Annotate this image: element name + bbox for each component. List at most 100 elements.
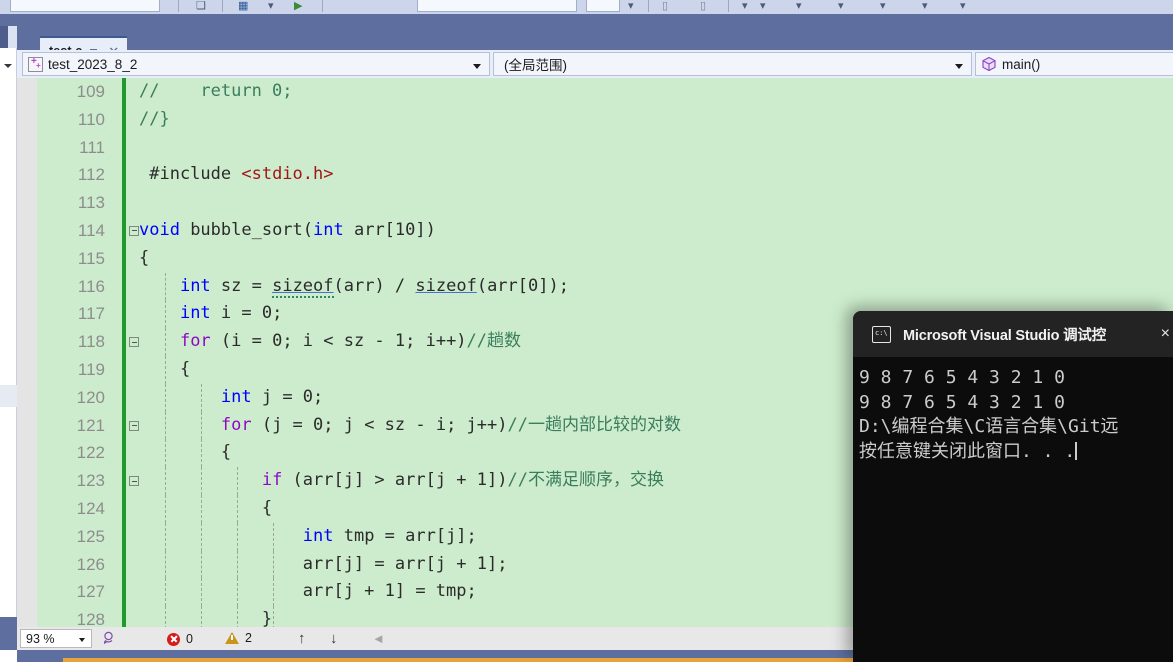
chevron-down-icon[interactable] (955, 64, 963, 69)
console-prompt-icon (872, 325, 891, 343)
toolbar-field-1[interactable] (10, 0, 160, 12)
collapse-region-icon[interactable] (129, 476, 139, 487)
editor-navigation-bar: + + test_2023_8_2 (全局范围) main() (17, 50, 1173, 78)
warning-icon (225, 632, 239, 644)
chevron-down-icon[interactable] (4, 64, 12, 68)
zoom-level-dropdown[interactable]: 93 % (20, 629, 92, 648)
saved-change-indicator (122, 216, 126, 245)
line-number: 119 (77, 359, 105, 379)
top-toolbar: ❏ ▦ ▾ ▶ ▾ ▯ ▯ ▾ ▾ ▾ ▾ ▾ ▾ ▾ (0, 0, 1173, 14)
saved-change-indicator (122, 244, 126, 273)
line-number: 109 (76, 82, 105, 101)
code-line[interactable]: 111 (17, 133, 1173, 162)
window-layout-icon[interactable]: ▦ (238, 0, 248, 12)
console-title-bar[interactable]: Microsoft Visual Studio 调试控 × (853, 311, 1173, 357)
saved-change-indicator (122, 189, 126, 217)
saved-change-indicator (122, 439, 126, 468)
toolbar-icon[interactable]: ▾ (922, 0, 928, 12)
console-line: 9 8 7 6 5 4 3 2 1 0 (859, 367, 1065, 388)
code-line-text: } (139, 609, 273, 627)
code-line-text: int j = 0; (220, 386, 324, 407)
saved-change-indicator (122, 105, 126, 134)
toolbar-field-2[interactable] (417, 0, 577, 12)
saved-change-indicator (122, 133, 126, 162)
console-output-text: 9 8 7 6 5 4 3 2 1 0 9 8 7 6 5 4 3 2 1 0 D:… (853, 357, 1173, 662)
chevron-down-icon[interactable]: ▾ (268, 0, 274, 12)
collapse-region-icon[interactable] (129, 337, 139, 348)
step-over-icon[interactable]: ▾ (760, 0, 766, 12)
warning-count-item[interactable]: 2 (225, 631, 252, 645)
code-line[interactable]: 110 //} (17, 105, 1173, 134)
warning-count: 2 (245, 631, 252, 645)
toolbar-field-3[interactable] (586, 0, 620, 12)
toolbar-icon[interactable]: ▯ (700, 0, 706, 12)
toolbar-icon[interactable]: ▾ (880, 0, 886, 12)
step-out-icon[interactable]: ▾ (796, 0, 802, 12)
saved-change-indicator (122, 467, 126, 495)
code-line-text: if (arr[j] > arr[j + 1])//不满足顺序，交换 (261, 470, 664, 491)
chevron-down-icon[interactable] (473, 64, 481, 69)
step-into-icon[interactable]: ▾ (742, 0, 748, 12)
code-line-text: #include <stdio.h> (139, 164, 334, 185)
collapse-panel-button[interactable]: ◄ (372, 632, 385, 645)
code-line[interactable]: 116 int sz = sizeof(arr) / sizeof(arr[0]… (17, 272, 1173, 301)
scope-dropdown-value: (全局范围) (504, 58, 567, 73)
saved-change-indicator (122, 78, 126, 106)
toolbar-icon[interactable]: ▯ (662, 0, 668, 12)
code-line-text: arr[j + 1] = tmp; (139, 581, 477, 602)
code-line[interactable]: 112 #include <stdio.h> (17, 161, 1173, 190)
code-line-text: int tmp = arr[j]; (302, 525, 477, 546)
collapse-region-icon[interactable] (129, 420, 139, 431)
close-icon[interactable]: × (1161, 326, 1170, 342)
error-count-item[interactable]: 0 (167, 632, 193, 646)
saved-change-indicator (122, 272, 126, 301)
code-line[interactable]: 109 // return 0; (17, 78, 1173, 106)
line-number: 128 (76, 610, 105, 627)
chevron-down-icon[interactable] (79, 638, 85, 642)
collapse-region-icon[interactable] (129, 225, 139, 236)
saved-change-indicator (122, 522, 126, 551)
previous-item-button[interactable]: ↑ (298, 631, 306, 646)
chevron-down-icon[interactable]: ▾ (628, 0, 634, 12)
toolbar-separator (178, 0, 179, 12)
code-line-text: int i = 0; (179, 303, 283, 324)
code-line[interactable]: 114 void bubble_sort(int arr[10]) (17, 216, 1173, 245)
line-number: 125 (76, 526, 105, 546)
code-line-text: { (139, 358, 191, 379)
line-number: 115 (77, 248, 105, 268)
console-line: 9 8 7 6 5 4 3 2 1 0 (859, 391, 1065, 413)
member-dropdown[interactable]: main() (975, 52, 1173, 76)
line-number: 123 (76, 471, 105, 491)
left-docked-panel[interactable] (0, 47, 17, 617)
console-line: 按任意键关闭此窗口. . . (859, 440, 1078, 462)
left-panel-selected-row[interactable] (0, 385, 17, 407)
debug-console-window[interactable]: Microsoft Visual Studio 调试控 × 9 8 7 6 5 … (853, 311, 1173, 662)
start-debug-icon[interactable]: ▶ (294, 0, 302, 12)
code-line-text: int sz = sizeof(arr) / sizeof(arr[0]); (179, 275, 569, 298)
code-line[interactable]: 113 (17, 189, 1173, 217)
toolbar-icon[interactable]: ▾ (838, 0, 844, 12)
line-number: 118 (77, 332, 105, 352)
member-dropdown-value: main() (1002, 56, 1041, 72)
code-line[interactable]: 115 { (17, 244, 1173, 273)
indent-guide (273, 606, 274, 627)
scope-dropdown[interactable]: (全局范围) (493, 52, 972, 76)
feedback-button[interactable] (101, 631, 116, 646)
wrench-icon[interactable]: ❏ (196, 0, 206, 12)
left-panel-accent (0, 26, 8, 48)
line-number: 113 (77, 193, 105, 213)
code-line-text: { (139, 497, 273, 518)
code-line-text: { (139, 442, 232, 463)
saved-change-indicator (122, 355, 126, 384)
project-dropdown[interactable]: + + test_2023_8_2 (22, 52, 490, 76)
toolbar-overflow-icon[interactable]: ▾ (960, 0, 966, 12)
line-number: 127 (76, 582, 105, 602)
next-item-button[interactable]: ↓ (330, 631, 338, 646)
error-count: 0 (186, 632, 193, 646)
line-number: 121 (76, 415, 105, 435)
code-line-text: { (139, 247, 150, 268)
cpp-project-icon: + + (28, 56, 43, 72)
method-cube-icon (981, 56, 997, 72)
saved-change-indicator (122, 606, 126, 627)
code-line-text: void bubble_sort(int arr[10]) (139, 219, 436, 240)
